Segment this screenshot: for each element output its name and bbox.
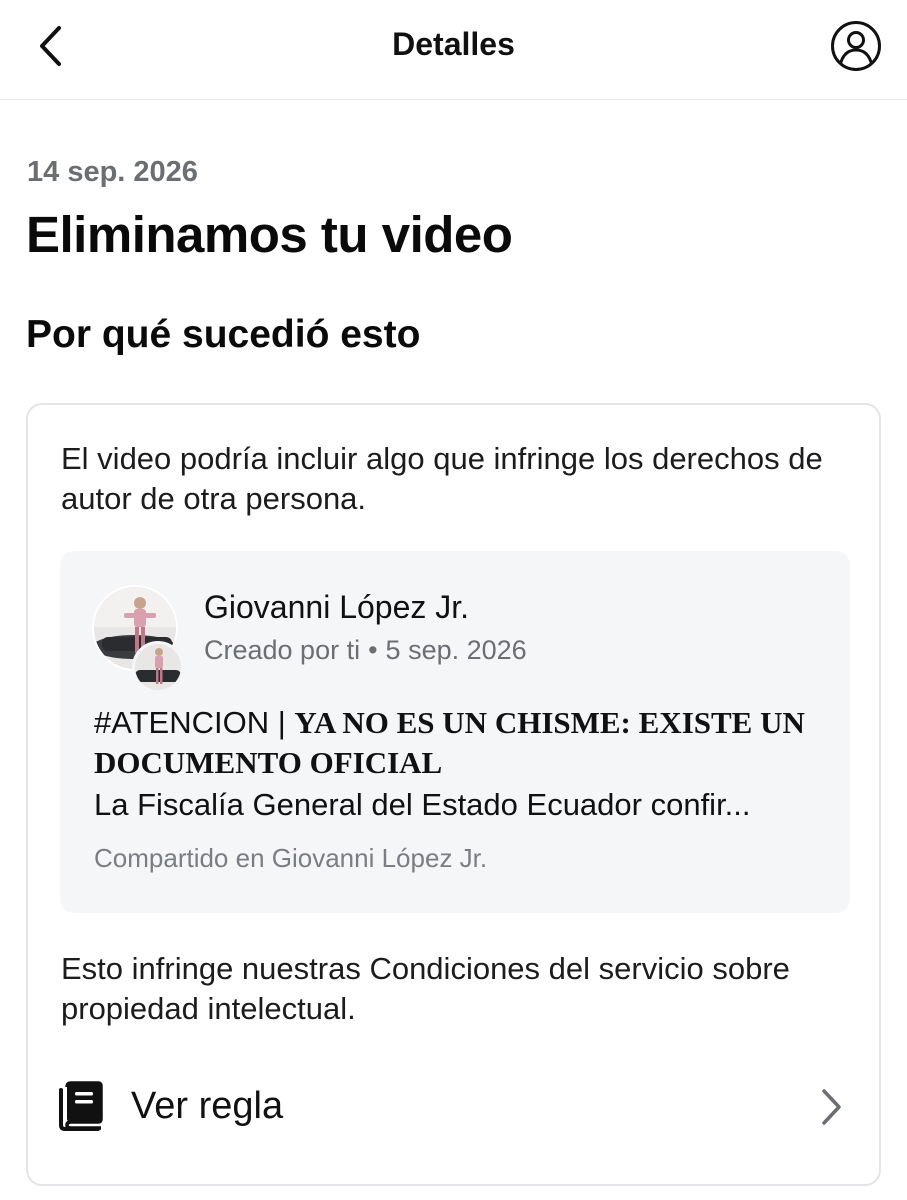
page-title: Detalles	[392, 26, 515, 62]
policy-text: Esto infringe nuestras Condiciones del s…	[61, 951, 790, 1026]
post-created-label: Creado por ti	[204, 635, 361, 665]
profile-button[interactable]	[830, 20, 882, 72]
post-meta: Creado por ti • 5 sep. 2026	[204, 635, 527, 666]
notice-date: 14 sep. 2026	[27, 156, 198, 188]
post-hashtag: #ATENCION |	[94, 705, 295, 740]
avatar-secondary	[132, 641, 184, 693]
avatar-group	[92, 585, 184, 695]
reason-text: El video podría incluir algo que infring…	[61, 441, 823, 516]
view-rule-button[interactable]: Ver regla	[28, 1065, 879, 1151]
post-author: Giovanni López Jr.	[204, 589, 470, 625]
post-excerpt: La Fiscalía General del Estado Ecuador c…	[94, 787, 751, 822]
view-rule-label: Ver regla	[131, 1085, 284, 1127]
post-text: #ATENCION | YA NO ES UN CHISME: EXISTE U…	[94, 703, 824, 783]
meta-separator: •	[368, 635, 378, 665]
details-card: El video podría incluir algo que infring…	[26, 403, 881, 1186]
book-icon	[59, 1081, 103, 1131]
chevron-right-icon	[822, 1089, 841, 1125]
shared-in-label: Compartido en Giovanni López Jr.	[94, 843, 488, 873]
section-title: Por qué sucedió esto	[26, 313, 421, 356]
notice-title: Eliminamos tu video	[26, 206, 513, 263]
top-bar: Detalles	[0, 0, 907, 100]
post-date: 5 sep. 2026	[385, 635, 527, 665]
person-circle-icon	[831, 21, 881, 71]
post-preview[interactable]: Giovanni López Jr. Creado por ti • 5 sep. …	[60, 551, 850, 913]
